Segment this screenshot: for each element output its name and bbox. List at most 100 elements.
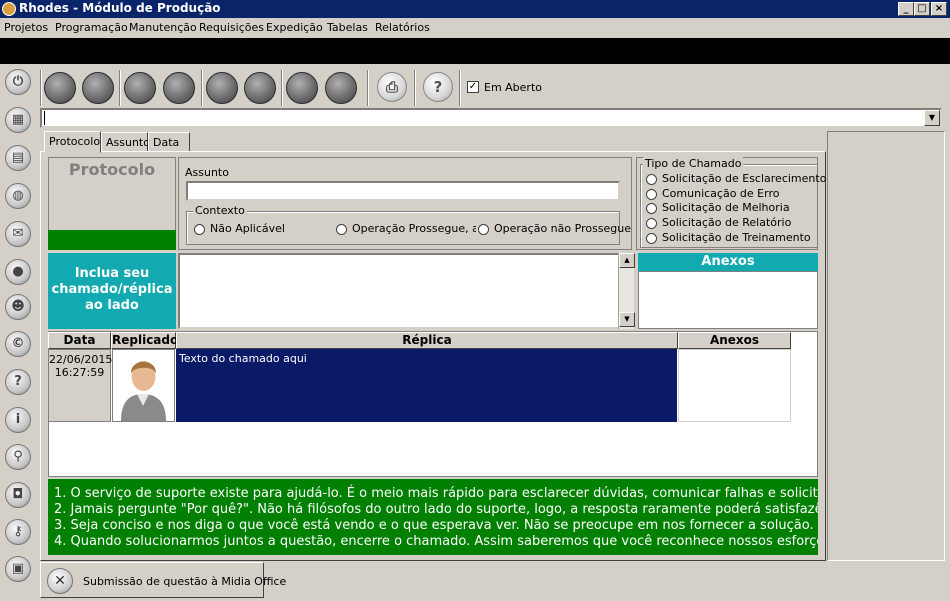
guideline-3: 3. Seja conciso e nos diga o que você es…	[54, 518, 814, 533]
toolbar-button-6[interactable]	[244, 72, 276, 104]
support-guidelines: 1. O serviço de suporte existe para ajud…	[48, 479, 818, 555]
reply-textarea[interactable]	[178, 253, 635, 329]
lock-icon[interactable]: ▣	[5, 556, 31, 582]
em-aberto-checkbox[interactable]: ✓	[467, 81, 479, 93]
toolbar-button-1[interactable]	[44, 72, 76, 104]
radio-operacao-nao-prossegue-label: Operação não Prossegue	[494, 222, 632, 235]
radio-operacao-prossegue-label: Operação Prossegue, ape	[352, 222, 476, 235]
radio-relatorio-label: Solicitação de Relatório	[662, 216, 792, 229]
user-avatar-icon	[121, 361, 166, 421]
menu-programacao[interactable]: Programação	[55, 21, 128, 34]
radio-erro[interactable]	[646, 189, 657, 200]
guideline-4: 4. Quando solucionarmos juntos a questão…	[54, 534, 818, 549]
row-time: 16:27:59	[54, 366, 105, 379]
anexos-header: Anexos	[638, 253, 818, 271]
window-tab[interactable]: ✕ Submissão de questão à Midia Office	[40, 562, 286, 598]
menu-projetos[interactable]: Projetos	[4, 21, 48, 34]
column-header-data[interactable]: Data	[48, 332, 111, 349]
tab-assunto[interactable]: Assunto	[101, 132, 150, 152]
avatar[interactable]	[112, 349, 175, 422]
key-icon[interactable]: ⚷	[5, 519, 31, 545]
toolbar-separator	[367, 70, 369, 106]
protocolo-title: Protocolo	[68, 160, 156, 179]
sidebar: ⏻ ▦ ▤ ◍ ✉ ● ☻ © ? i ⚲ ◘ ⚷ ▣	[0, 64, 36, 601]
maximize-button[interactable]: □	[914, 2, 930, 16]
menu-bar: Projetos Programação Manutenção Requisiç…	[0, 18, 950, 38]
menu-manutencao[interactable]: Manutenção	[129, 21, 197, 34]
assunto-input[interactable]	[186, 181, 620, 201]
close-icon[interactable]: ✕	[47, 568, 73, 594]
copyright-icon[interactable]: ©	[5, 331, 31, 357]
search-icon[interactable]: ⚲	[5, 444, 31, 470]
close-button[interactable]: ×	[931, 2, 947, 16]
menu-relatorios[interactable]: Relatórios	[375, 21, 430, 34]
guideline-2: 2. Jamais pergunte "Por quê?". Não há fi…	[54, 502, 818, 517]
contexto-label: Contexto	[193, 204, 247, 217]
toolbar-button-7[interactable]	[286, 72, 318, 104]
toolbar-button-5[interactable]	[206, 72, 238, 104]
toolbar-button-4[interactable]	[163, 72, 195, 104]
radio-esclarecimento[interactable]	[646, 174, 657, 185]
mail-icon[interactable]: ✉	[5, 221, 31, 247]
column-header-replica[interactable]: Réplica	[176, 332, 678, 349]
toolbar-separator	[459, 70, 461, 106]
window-tab-label: Submissão de questão à Midia Office	[83, 575, 287, 588]
grid-icon[interactable]: ▤	[5, 145, 31, 171]
power-icon[interactable]: ⏻	[5, 69, 31, 95]
minimize-button[interactable]: _	[898, 2, 914, 16]
radio-operacao-prossegue[interactable]	[336, 224, 347, 235]
toolbar-button-3[interactable]	[124, 72, 156, 104]
right-panel	[827, 131, 945, 561]
radio-nao-aplicavel[interactable]	[194, 224, 205, 235]
inclua-instructions: Inclua seu chamado/réplica ao lado	[48, 253, 176, 329]
radio-melhoria-label: Solicitação de Melhoria	[662, 201, 790, 214]
camera-icon[interactable]: ◘	[5, 482, 31, 508]
globe-icon[interactable]: ◍	[5, 183, 31, 209]
row-date: 22/06/2015	[49, 353, 113, 366]
help-button[interactable]: ?	[423, 72, 453, 102]
protocol-combobox[interactable]: ▼	[40, 108, 942, 128]
radio-nao-aplicavel-label: Não Aplicável	[210, 222, 285, 235]
menu-tabelas[interactable]: Tabelas	[327, 21, 368, 34]
help-icon[interactable]: ?	[5, 369, 31, 395]
radio-treinamento[interactable]	[646, 233, 657, 244]
header-band	[0, 38, 950, 64]
toolbar-separator	[281, 70, 283, 106]
title-bar: Rhodes - Módulo de Produção _ □ ×	[0, 0, 950, 18]
radio-melhoria[interactable]	[646, 203, 657, 214]
guideline-1: 1. O serviço de suporte existe para ajud…	[54, 486, 818, 501]
radio-operacao-nao-prossegue[interactable]	[478, 224, 489, 235]
tipo-chamado-label: Tipo de Chamado	[643, 157, 744, 170]
toolbar-separator	[414, 70, 416, 106]
scroll-down-icon[interactable]: ▼	[619, 312, 635, 327]
toolbar-button-8[interactable]	[325, 72, 357, 104]
tab-data[interactable]: Data	[148, 132, 190, 152]
text-caret	[44, 111, 45, 125]
toolbar-separator	[119, 70, 121, 106]
menu-requisicoes[interactable]: Requisições	[199, 21, 264, 34]
row-reply-text[interactable]: Texto do chamado aqui	[176, 349, 677, 422]
print-icon[interactable]: ⎙	[377, 72, 407, 102]
tab-protocolo[interactable]: Protocolo	[44, 131, 101, 153]
toolbar-button-2[interactable]	[82, 72, 114, 104]
info-icon[interactable]: i	[5, 407, 31, 433]
user-icon[interactable]: ☻	[5, 294, 31, 320]
scroll-up-icon[interactable]: ▲	[619, 253, 635, 268]
radio-erro-label: Comunicação de Erro	[662, 187, 780, 200]
window-title: Rhodes - Módulo de Produção	[19, 1, 221, 15]
column-header-anexos[interactable]: Anexos	[678, 332, 791, 349]
anexos-list[interactable]	[638, 271, 818, 329]
reply-scrollbar[interactable]: ▲ ▼	[618, 253, 635, 329]
radio-relatorio[interactable]	[646, 218, 657, 229]
assunto-label: Assunto	[185, 166, 229, 179]
chevron-down-icon[interactable]: ▼	[924, 110, 940, 126]
radio-treinamento-label: Solicitação de Treinamento	[662, 231, 811, 244]
chat-icon[interactable]: ●	[5, 259, 31, 285]
row-anexos-cell[interactable]	[678, 349, 791, 422]
calculator-icon[interactable]: ▦	[5, 107, 31, 133]
toolbar-separator	[40, 70, 42, 106]
app-icon	[2, 2, 16, 16]
row-date-cell[interactable]: 22/06/2015 16:27:59	[48, 349, 113, 422]
menu-expedicao[interactable]: Expedição	[266, 21, 323, 34]
column-header-replicado[interactable]: Replicado	[111, 332, 178, 349]
